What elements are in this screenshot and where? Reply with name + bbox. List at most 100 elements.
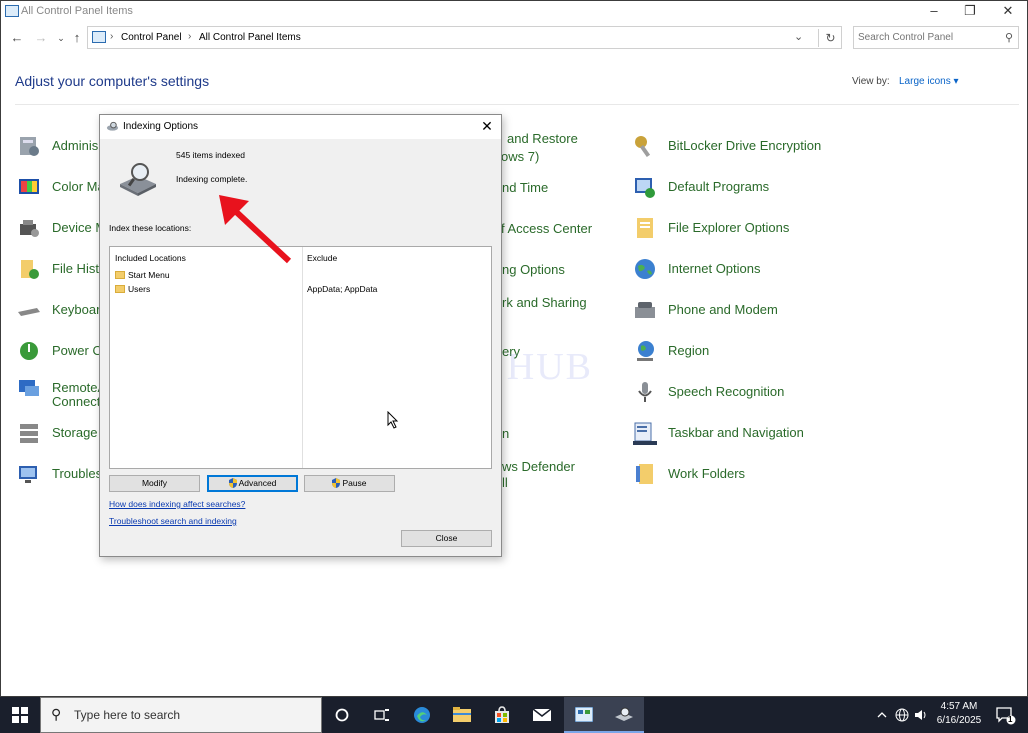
- cp-item-color-management[interactable]: Color Ma: [17, 175, 105, 199]
- minimize-button[interactable]: –: [915, 1, 953, 23]
- cp-item-default-programs[interactable]: Default Programs: [633, 175, 853, 199]
- indexing-drive-icon: [120, 163, 156, 196]
- cp-item-power-options[interactable]: Power O: [17, 339, 103, 363]
- cp-item-ease-of-access[interactable]: f Access Center: [501, 221, 592, 236]
- red-annotation-arrow: [219, 195, 292, 264]
- troubleshoot-link[interactable]: Troubleshoot search and indexing: [109, 516, 237, 526]
- cp-item-date-time[interactable]: nd Time: [502, 180, 548, 195]
- close-window-button[interactable]: ✕: [989, 1, 1027, 23]
- store-button[interactable]: [482, 697, 522, 733]
- taskbar-search-box[interactable]: ⚲ Type here to search: [40, 697, 322, 733]
- bitlocker-key-icon: [635, 136, 651, 158]
- cp-item-troubleshooting[interactable]: Troubles: [17, 462, 102, 486]
- action-center-button[interactable]: 1: [990, 697, 1022, 733]
- cp-item-label: Taskbar and Navigation: [668, 425, 804, 440]
- locations-list[interactable]: Included Locations Exclude Start Menu Us…: [109, 246, 492, 469]
- cp-item-backup-restore-line2[interactable]: ows 7): [501, 149, 539, 164]
- file-explorer-icon: [453, 707, 471, 722]
- cp-item-windows-defender-line1[interactable]: ws Defender: [502, 459, 575, 474]
- task-view-button[interactable]: [362, 697, 402, 733]
- control-panel-window: All Control Panel Items – ❐ ✕ ← → ⌄ ↑ › …: [0, 0, 1028, 697]
- cp-item-remoteapp[interactable]: RemoteA Connect: [17, 376, 106, 412]
- clock-time: 4:57 AM: [940, 701, 978, 712]
- indexing-options-task-button[interactable]: [604, 697, 644, 733]
- network-button[interactable]: [892, 697, 912, 733]
- address-dropdown-icon[interactable]: ⌄: [794, 30, 803, 43]
- cp-item-file-explorer-options[interactable]: File Explorer Options: [633, 216, 853, 240]
- cp-item-label: File Explorer Options: [668, 220, 790, 235]
- advanced-button[interactable]: Advanced: [207, 475, 298, 492]
- breadcrumb-separator-icon: ›: [110, 31, 114, 42]
- uac-shield-icon: [332, 478, 341, 488]
- dialog-close-icon[interactable]: ✕: [473, 115, 501, 139]
- view-by-dropdown[interactable]: Large icons ▾: [899, 76, 959, 87]
- task-view-icon: [374, 709, 389, 721]
- cp-item-storage-spaces[interactable]: Storage: [17, 421, 99, 445]
- cp-item-region[interactable]: Region: [633, 339, 853, 363]
- search-box[interactable]: ⚲: [853, 26, 1019, 49]
- cp-item-backup-restore-line1[interactable]: and Restore: [507, 131, 578, 146]
- title-bar: All Control Panel Items – ❐ ✕: [1, 1, 1027, 23]
- location-row[interactable]: Users: [115, 284, 150, 294]
- cp-item-label: Region: [668, 343, 710, 358]
- edge-button[interactable]: [402, 697, 442, 733]
- cp-item-sync-center[interactable]: n: [502, 426, 509, 441]
- taskbar-search-placeholder: Type here to search: [74, 708, 181, 722]
- cp-item-work-folders[interactable]: Work Folders: [633, 462, 853, 486]
- index-locations-label: Index these locations:: [109, 223, 192, 233]
- clock[interactable]: 4:57 AM 6/16/2025: [928, 700, 990, 728]
- up-arrow-icon[interactable]: ↑: [67, 29, 87, 47]
- cp-item-internet-options[interactable]: Internet Options: [633, 257, 853, 281]
- cp-item-label: Color Ma: [52, 179, 105, 194]
- page-heading: Adjust your computer's settings: [15, 73, 210, 89]
- folder-icon: [115, 285, 125, 293]
- cp-item-label: Phone and Modem: [668, 302, 778, 317]
- search-input[interactable]: [858, 30, 996, 45]
- window-title: All Control Panel Items: [21, 5, 133, 17]
- address-bar[interactable]: › Control Panel › All Control Panel Item…: [87, 26, 842, 49]
- cp-item-speech-recognition[interactable]: Speech Recognition: [633, 380, 853, 404]
- restore-button[interactable]: ❐: [951, 1, 989, 23]
- cp-item-windows-defender-line2[interactable]: ll: [502, 475, 508, 490]
- cp-item-file-history[interactable]: File Histo: [17, 257, 106, 281]
- breadcrumb-control-panel[interactable]: Control Panel: [121, 32, 182, 43]
- phone-modem-icon: [635, 302, 655, 318]
- indexing-affect-link[interactable]: How does indexing affect searches?: [109, 499, 245, 509]
- cp-item-label: Power O: [52, 343, 103, 358]
- cp-item-administrative-tools[interactable]: Adminis: [17, 134, 99, 158]
- cp-item-indexing-options[interactable]: ng Options: [502, 262, 565, 277]
- close-button[interactable]: Close: [401, 530, 492, 547]
- cp-item-taskbar-navigation[interactable]: Taskbar and Navigation: [633, 421, 853, 445]
- file-explorer-button[interactable]: [442, 697, 482, 733]
- breadcrumb-all-items[interactable]: All Control Panel Items: [199, 32, 301, 43]
- items-indexed-text: 545 items indexed: [176, 150, 245, 160]
- cp-item-label: Internet Options: [668, 261, 761, 276]
- notification-icon: [996, 707, 1016, 725]
- mail-icon: [533, 709, 551, 721]
- mail-button[interactable]: [522, 697, 562, 733]
- microphone-icon: [638, 382, 652, 402]
- start-button[interactable]: [0, 697, 40, 733]
- cp-item-keyboard[interactable]: Keyboar: [17, 298, 101, 322]
- refresh-icon[interactable]: ↻: [818, 29, 842, 47]
- control-panel-taskbar-icon: [575, 707, 593, 722]
- modify-button[interactable]: Modify: [109, 475, 200, 492]
- cp-item-label: Keyboar: [52, 302, 101, 317]
- control-panel-task-button[interactable]: [564, 697, 604, 733]
- cp-item-bitlocker[interactable]: BitLocker Drive Encryption: [633, 134, 853, 158]
- exclude-header: Exclude: [307, 253, 338, 263]
- file-history-icon: [21, 260, 39, 279]
- uac-shield-icon: [228, 478, 237, 488]
- cp-item-label: Default Programs: [668, 179, 770, 194]
- location-name: Users: [128, 284, 151, 294]
- cortana-button[interactable]: [322, 697, 362, 733]
- cp-item-phone-modem[interactable]: Phone and Modem: [633, 298, 853, 322]
- cp-item-network-sharing[interactable]: rk and Sharing: [502, 295, 587, 310]
- location-row[interactable]: Start Menu: [115, 270, 170, 280]
- work-folders-icon: [636, 464, 653, 484]
- forward-arrow-icon[interactable]: →: [31, 29, 51, 47]
- cp-item-device-manager[interactable]: Device M: [17, 216, 106, 240]
- show-hidden-icons-button[interactable]: [872, 697, 892, 733]
- back-arrow-icon[interactable]: ←: [7, 29, 27, 47]
- pause-button[interactable]: Pause: [304, 475, 395, 492]
